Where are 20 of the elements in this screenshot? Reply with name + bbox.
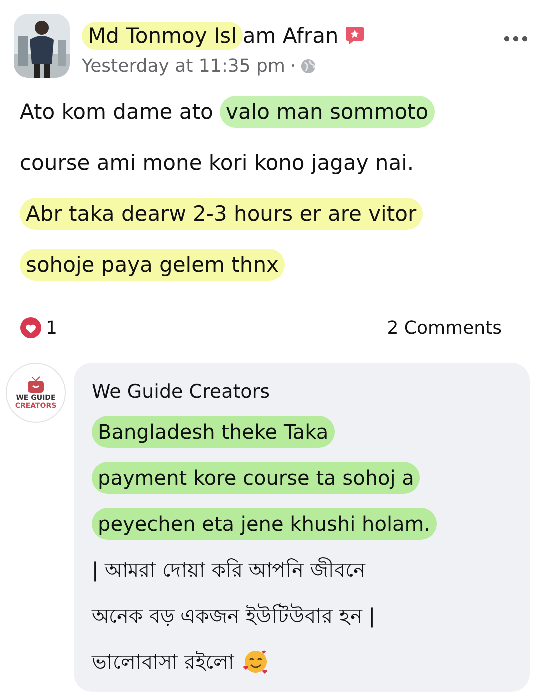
globe-icon: [301, 59, 316, 74]
comment-text-line: | আমরা দোয়া করি আপনি জীবনে: [92, 556, 366, 584]
separator-dot: ·: [290, 56, 296, 77]
badge-icon: [344, 26, 365, 46]
reaction-count[interactable]: 1: [46, 318, 58, 338]
comment-text-line: payment kore course ta sohoj a: [92, 462, 420, 494]
post-text-line: course ami mone kori kono jagay nai.: [20, 150, 414, 177]
comment-text-line: ভালোবাসা রইলো: [92, 649, 234, 676]
smiling-face-hearts-icon: [242, 648, 270, 676]
tv-icon: [26, 376, 46, 394]
comment-text-line: অনেক বড় একজন ইউটিউবার হন |: [92, 602, 376, 630]
comment-author[interactable]: We Guide Creators: [92, 381, 516, 403]
comments-count[interactable]: 2 Comments: [387, 318, 502, 338]
more-icon[interactable]: [504, 36, 528, 42]
post-text-line: sohoje paya gelem thnx: [20, 249, 285, 281]
post-time[interactable]: Yesterday at 11:35 pm: [82, 56, 286, 77]
post-text-line: Ato kom dame ato valo man sommoto: [20, 96, 435, 128]
comment-text-line: Bangladesh theke Taka: [92, 416, 335, 448]
comment-text-line: peyechen eta jene khushi holam.: [92, 508, 437, 540]
post-text-line: Abr taka dearw 2-3 hours er are vitor: [20, 198, 423, 230]
